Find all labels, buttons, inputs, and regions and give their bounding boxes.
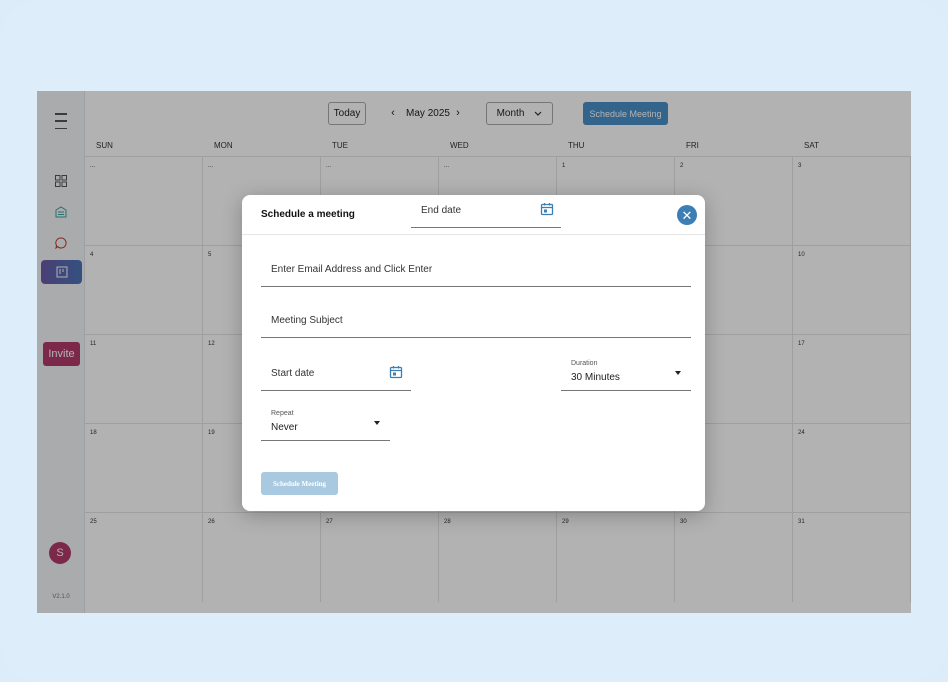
dropdown-caret-icon (675, 371, 681, 375)
divider (242, 234, 705, 235)
calendar-icon[interactable] (540, 202, 554, 216)
start-date-label: Start date (271, 368, 315, 379)
dialog-title: Schedule a meeting (261, 209, 355, 220)
calendar-icon[interactable] (389, 365, 403, 379)
dropdown-caret-icon (374, 421, 380, 425)
repeat-label: Repeat (271, 410, 294, 417)
repeat-select[interactable]: Repeat Never (261, 408, 390, 441)
schedule-meeting-dialog: Schedule a meeting ✕ Enter Email Address… (242, 195, 705, 511)
duration-value: 30 Minutes (571, 372, 620, 383)
close-icon[interactable]: ✕ (677, 205, 697, 225)
email-field[interactable]: Enter Email Address and Click Enter (261, 255, 691, 287)
end-date-field[interactable]: End date (411, 195, 561, 228)
subject-placeholder: Meeting Subject (271, 315, 343, 326)
end-date-label: End date (421, 205, 462, 216)
subject-field[interactable]: Meeting Subject (261, 305, 691, 338)
duration-label: Duration (571, 360, 598, 367)
start-date-field[interactable]: Start date (261, 358, 411, 391)
schedule-meeting-submit-button[interactable]: Schedule Meeting (261, 472, 338, 495)
email-placeholder: Enter Email Address and Click Enter (271, 264, 433, 275)
repeat-value: Never (271, 422, 298, 433)
duration-select[interactable]: Duration 30 Minutes (561, 358, 691, 391)
